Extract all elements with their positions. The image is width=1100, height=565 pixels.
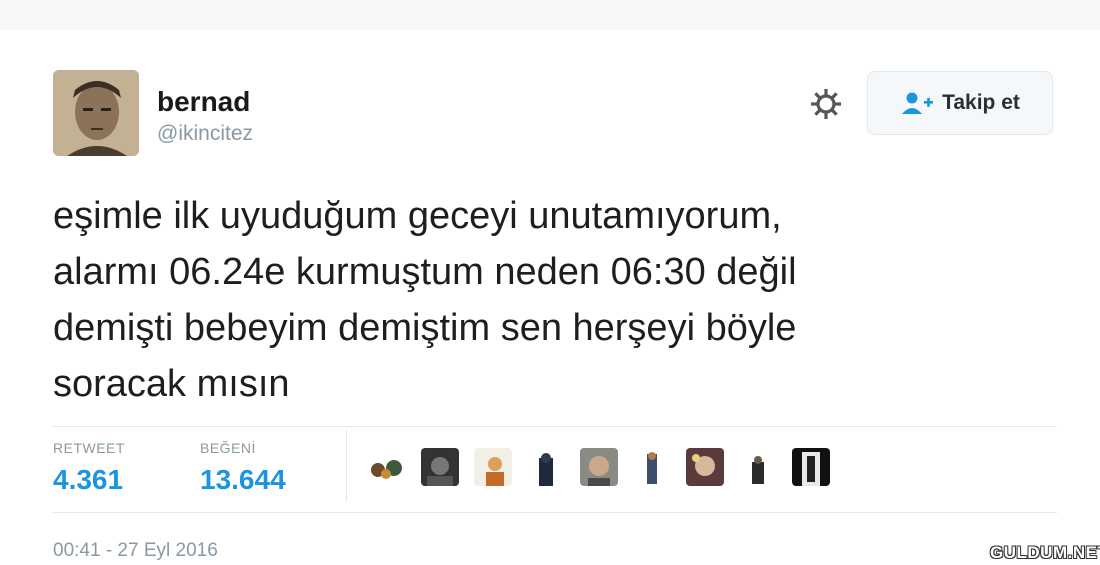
follow-button[interactable]: Takip et: [867, 71, 1053, 135]
gear-icon[interactable]: [808, 86, 844, 122]
liker-avatars: [368, 448, 830, 492]
liker-avatar[interactable]: [527, 448, 565, 486]
stats-top-divider: [53, 426, 1057, 427]
tweet-line: demişti bebeyim demiştim sen herşeyi böy…: [53, 307, 797, 349]
liker-avatar[interactable]: [421, 448, 459, 486]
stats-bottom-divider: [53, 512, 1057, 513]
liker-avatar[interactable]: [368, 448, 406, 486]
liker-avatar[interactable]: [633, 448, 671, 486]
tweet-line: soracak mısın: [53, 363, 290, 405]
liker-avatar[interactable]: [474, 448, 512, 486]
like-stat[interactable]: BEĞENİ 13.644: [200, 440, 286, 496]
tweet-line: eşimle ilk uyuduğum geceyi unutamıyorum,: [53, 195, 782, 237]
liker-avatar[interactable]: [686, 448, 724, 486]
user-handle[interactable]: @ikincitez: [157, 122, 253, 146]
retweet-count[interactable]: 4.361: [53, 464, 125, 496]
liker-avatar[interactable]: [580, 448, 618, 486]
tweet-text: eşimle ilk uyuduğum geceyi unutamıyorum,…: [53, 188, 1043, 412]
like-label: BEĞENİ: [200, 440, 256, 456]
retweet-stat[interactable]: RETWEET 4.361: [53, 440, 125, 496]
watermark: GULDUM.NET: [990, 543, 1100, 562]
top-band: [0, 0, 1100, 30]
liker-avatar[interactable]: [792, 448, 830, 486]
profile-avatar[interactable]: [53, 70, 139, 156]
add-user-icon: [900, 91, 934, 115]
stats-separator: [346, 430, 347, 502]
retweet-label: RETWEET: [53, 440, 125, 456]
display-name[interactable]: bernad: [157, 86, 250, 118]
tweet-timestamp[interactable]: 00:41 - 27 Eyl 2016: [53, 540, 218, 562]
liker-avatar[interactable]: [739, 448, 777, 486]
follow-label: Takip et: [942, 91, 1020, 114]
like-count[interactable]: 13.644: [200, 464, 286, 496]
tweet-line: alarmı 06.24e kurmuştum neden 06:30 deği…: [53, 251, 797, 293]
